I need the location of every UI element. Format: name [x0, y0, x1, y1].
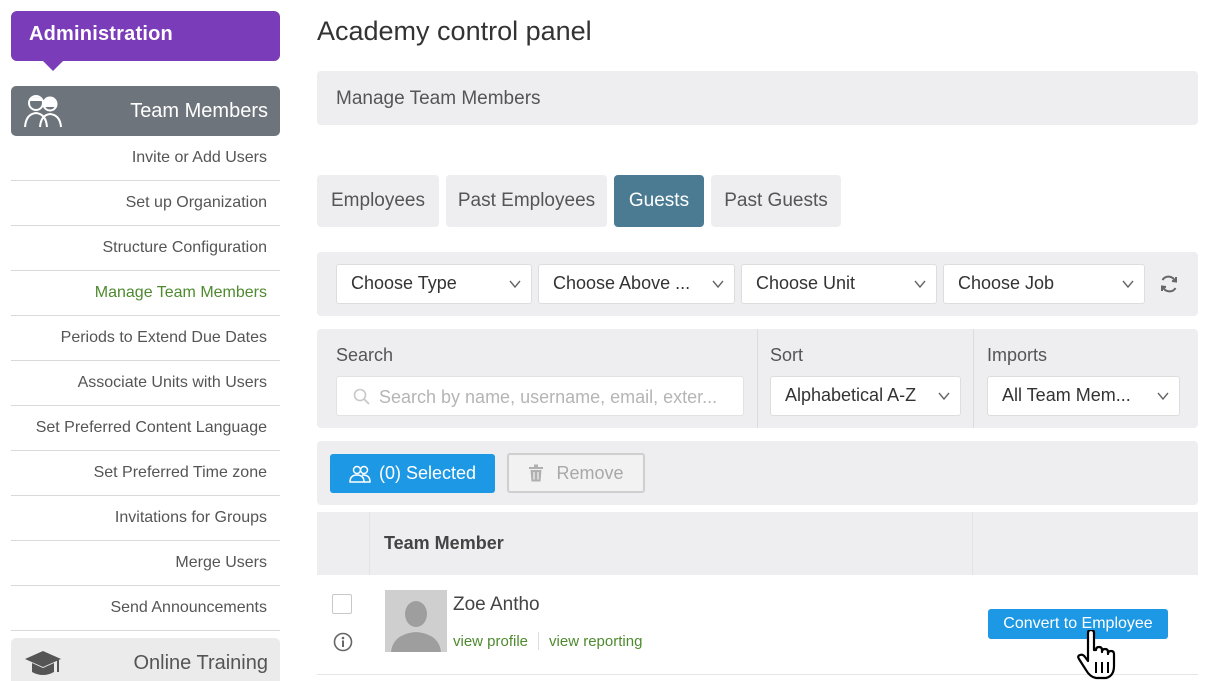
sidebar-item-label: Set Preferred Content Language — [35, 419, 267, 436]
sidebar-item-associate-units[interactable]: Associate Units with Users — [11, 361, 280, 406]
search-input[interactable] — [379, 384, 729, 410]
divider — [973, 329, 974, 428]
select-value: Choose Type — [351, 273, 457, 293]
users-icon — [349, 465, 371, 483]
sidebar-item-label: Invitations for Groups — [114, 509, 267, 526]
choose-unit-select[interactable]: Choose Unit — [741, 264, 937, 304]
tab-employees[interactable]: Employees — [317, 175, 439, 227]
avatar — [385, 590, 447, 652]
sidebar-item-label: Send Announcements — [110, 599, 267, 616]
select-value: Choose Above ... — [553, 273, 691, 293]
chevron-down-icon — [509, 280, 521, 289]
select-value: Alphabetical A-Z — [785, 385, 917, 405]
imports-label: Imports — [987, 345, 1048, 365]
sidebar-item-structure-configuration[interactable]: Structure Configuration — [11, 226, 280, 271]
sidebar-item-label: Manage Team Members — [94, 284, 267, 301]
caret-pointer — [43, 61, 63, 71]
admin-header[interactable]: Administration — [11, 11, 280, 71]
search-field[interactable] — [336, 376, 744, 416]
search-icon — [353, 388, 370, 405]
choose-above-select[interactable]: Choose Above ... — [538, 264, 735, 304]
team-members-icon — [24, 95, 62, 128]
choose-job-select[interactable]: Choose Job — [943, 264, 1145, 304]
selected-button[interactable]: (0) Selected — [330, 454, 495, 493]
row-checkbox[interactable] — [332, 594, 352, 614]
column-separator — [972, 512, 973, 575]
sidebar-item-label: Set Preferred Time zone — [93, 464, 267, 481]
subheader: Manage Team Members — [317, 71, 1198, 125]
tab-past-guests[interactable]: Past Guests — [711, 175, 841, 227]
tab-guests[interactable]: Guests — [614, 175, 704, 227]
info-icon[interactable] — [333, 632, 353, 652]
table-row: Zoe Antho view profile view reporting Co… — [317, 575, 1198, 680]
sidebar-menu: Invite or Add Users Set up Organization … — [11, 136, 280, 631]
sort-select[interactable]: Alphabetical A-Z — [770, 376, 961, 416]
column-header-team-member: Team Member — [384, 533, 504, 553]
sidebar-item-send-announcements[interactable]: Send Announcements — [11, 586, 280, 631]
link-divider — [538, 632, 540, 650]
sidebar-item-invite-add-users[interactable]: Invite or Add Users — [11, 136, 280, 181]
imports-select[interactable]: All Team Mem... — [987, 376, 1180, 416]
sidebar-item-content-language[interactable]: Set Preferred Content Language — [11, 406, 280, 451]
sidebar-item-label: Associate Units with Users — [77, 374, 267, 391]
sidebar-item-merge-users[interactable]: Merge Users — [11, 541, 280, 586]
chevron-down-icon — [914, 280, 926, 289]
search-label: Search — [336, 345, 394, 365]
sidebar-item-label: Periods to Extend Due Dates — [60, 329, 267, 346]
sidebar-section-online-training[interactable]: Online Training — [11, 638, 280, 681]
section-title: Team Members — [130, 99, 268, 122]
select-value: Choose Job — [958, 273, 1055, 293]
filter-bar: Choose Type Choose Above ... Choose Unit… — [317, 252, 1198, 316]
search-sort-bar: Search Sort Alphabetical A-Z Imports All… — [317, 329, 1198, 428]
sidebar-item-manage-team-members[interactable]: Manage Team Members — [11, 271, 280, 316]
chevron-down-icon — [938, 392, 950, 401]
page-title: Academy control panel — [317, 16, 592, 46]
sidebar-item-label: Merge Users — [175, 554, 267, 571]
hand-pointer-cursor-icon — [1077, 630, 1116, 680]
sidebar: Administration Team Members Invite or Ad… — [11, 11, 280, 681]
sidebar-item-label: Invite or Add Users — [131, 149, 267, 166]
sidebar-item-label: Structure Configuration — [102, 239, 267, 256]
trash-icon — [529, 464, 544, 482]
select-value: Choose Unit — [756, 273, 856, 293]
admin-title: Administration — [29, 23, 173, 45]
column-separator — [369, 512, 370, 575]
select-value: All Team Mem... — [1002, 385, 1131, 405]
selected-label: (0) Selected — [378, 463, 477, 483]
divider — [757, 329, 758, 428]
sidebar-item-periods-extend-due-dates[interactable]: Periods to Extend Due Dates — [11, 316, 280, 361]
default-avatar-icon — [385, 590, 447, 652]
chevron-down-icon — [1122, 280, 1134, 289]
choose-type-select[interactable]: Choose Type — [336, 264, 532, 304]
section-title: Online Training — [133, 651, 268, 674]
sidebar-section-team-members[interactable]: Team Members — [11, 86, 280, 136]
chevron-down-icon — [1157, 392, 1169, 401]
tab-past-employees[interactable]: Past Employees — [446, 175, 607, 227]
view-reporting-link[interactable]: view reporting — [549, 633, 642, 650]
table-header: Team Member — [317, 512, 1198, 575]
sidebar-item-setup-organization[interactable]: Set up Organization — [11, 181, 280, 226]
sort-label: Sort — [770, 345, 804, 365]
remove-label: Remove — [556, 462, 624, 483]
member-name: Zoe Antho — [453, 594, 540, 615]
remove-button[interactable]: Remove — [507, 453, 645, 493]
member-links: view profile view reporting — [453, 632, 642, 650]
bulk-action-bar: (0) Selected Remove — [317, 441, 1198, 505]
view-profile-link[interactable]: view profile — [453, 633, 528, 650]
sidebar-item-time-zone[interactable]: Set Preferred Time zone — [11, 451, 280, 496]
sidebar-item-label: Set up Organization — [125, 194, 267, 211]
tab-bar: Employees Past Employees Guests Past Gue… — [317, 175, 848, 227]
sidebar-item-invitations-groups[interactable]: Invitations for Groups — [11, 496, 280, 541]
refresh-icon[interactable] — [1159, 274, 1179, 294]
chevron-down-icon — [712, 280, 724, 289]
graduation-cap-icon — [25, 651, 61, 675]
